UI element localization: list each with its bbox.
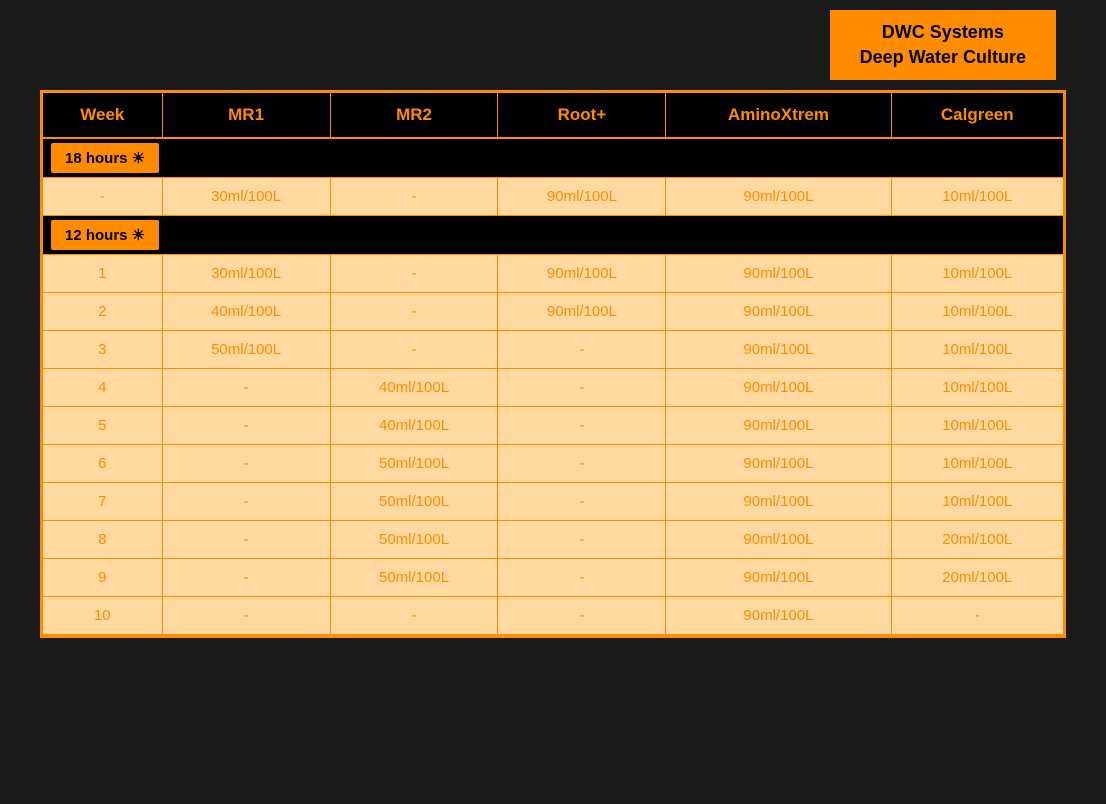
mr2-cell: - [330, 293, 498, 331]
mr2-cell: 50ml/100L [330, 483, 498, 521]
week-cell: - [43, 178, 162, 216]
mr1-cell: - [162, 559, 330, 597]
col-aminoxtrem: AminoXtrem [666, 93, 891, 138]
table-row: 3 50ml/100L - - 90ml/100L 10ml/100L [43, 331, 1063, 369]
rootplus-cell: - [498, 597, 666, 635]
calgreen-cell: 20ml/100L [891, 521, 1063, 559]
mr2-cell: - [330, 331, 498, 369]
table-row: - 30ml/100L - 90ml/100L 90ml/100L 10ml/1… [43, 178, 1063, 216]
week-cell: 7 [43, 483, 162, 521]
mr1-cell: 30ml/100L [162, 255, 330, 293]
mr2-cell: 50ml/100L [330, 559, 498, 597]
aminoxtrem-cell: 90ml/100L [666, 483, 891, 521]
week-cell: 8 [43, 521, 162, 559]
table-row: 2 40ml/100L - 90ml/100L 90ml/100L 10ml/1… [43, 293, 1063, 331]
mr1-cell: 50ml/100L [162, 331, 330, 369]
calgreen-cell: 10ml/100L [891, 178, 1063, 216]
calgreen-cell: 10ml/100L [891, 255, 1063, 293]
mr2-cell: 40ml/100L [330, 369, 498, 407]
week-cell: 10 [43, 597, 162, 635]
rootplus-cell: - [498, 521, 666, 559]
aminoxtrem-cell: 90ml/100L [666, 559, 891, 597]
section-18-label: 18 hours ☀ [51, 143, 159, 173]
table-row: 10 - - - 90ml/100L - [43, 597, 1063, 635]
table-row: 5 - 40ml/100L - 90ml/100L 10ml/100L [43, 407, 1063, 445]
section-18-header-row: 18 hours ☀ [43, 138, 1063, 178]
calgreen-cell: - [891, 597, 1063, 635]
rootplus-cell: - [498, 407, 666, 445]
col-mr1: MR1 [162, 93, 330, 138]
col-week: Week [43, 93, 162, 138]
week-cell: 3 [43, 331, 162, 369]
week-cell: 4 [43, 369, 162, 407]
rootplus-cell: 90ml/100L [498, 255, 666, 293]
aminoxtrem-cell: 90ml/100L [666, 178, 891, 216]
mr2-cell: - [330, 178, 498, 216]
mr1-cell: - [162, 521, 330, 559]
calgreen-cell: 20ml/100L [891, 559, 1063, 597]
col-rootplus: Root+ [498, 93, 666, 138]
rootplus-cell: - [498, 483, 666, 521]
rootplus-cell: - [498, 369, 666, 407]
header-box: DWC Systems Deep Water Culture [830, 10, 1056, 80]
table-row: 4 - 40ml/100L - 90ml/100L 10ml/100L [43, 369, 1063, 407]
mr1-cell: - [162, 597, 330, 635]
calgreen-cell: 10ml/100L [891, 331, 1063, 369]
col-mr2: MR2 [330, 93, 498, 138]
aminoxtrem-cell: 90ml/100L [666, 597, 891, 635]
header-line1: DWC Systems [860, 20, 1026, 45]
rootplus-cell: 90ml/100L [498, 178, 666, 216]
table-row: 9 - 50ml/100L - 90ml/100L 20ml/100L [43, 559, 1063, 597]
rootplus-cell: 90ml/100L [498, 293, 666, 331]
week-cell: 5 [43, 407, 162, 445]
rootplus-cell: - [498, 331, 666, 369]
week-cell: 6 [43, 445, 162, 483]
schedule-table: Week MR1 MR2 Root+ AminoXtrem Calgreen 1… [43, 93, 1063, 635]
table-row: 6 - 50ml/100L - 90ml/100L 10ml/100L [43, 445, 1063, 483]
aminoxtrem-cell: 90ml/100L [666, 407, 891, 445]
mr1-cell: - [162, 483, 330, 521]
table-row: 8 - 50ml/100L - 90ml/100L 20ml/100L [43, 521, 1063, 559]
mr1-cell: - [162, 445, 330, 483]
col-calgreen: Calgreen [891, 93, 1063, 138]
aminoxtrem-cell: 90ml/100L [666, 255, 891, 293]
calgreen-cell: 10ml/100L [891, 445, 1063, 483]
mr2-cell: 50ml/100L [330, 445, 498, 483]
calgreen-cell: 10ml/100L [891, 407, 1063, 445]
table-row: 7 - 50ml/100L - 90ml/100L 10ml/100L [43, 483, 1063, 521]
mr2-cell: - [330, 597, 498, 635]
header-line2: Deep Water Culture [860, 45, 1026, 70]
mr2-cell: 50ml/100L [330, 521, 498, 559]
mr1-cell: 30ml/100L [162, 178, 330, 216]
table-wrapper: Week MR1 MR2 Root+ AminoXtrem Calgreen 1… [40, 90, 1066, 638]
table-header-row: Week MR1 MR2 Root+ AminoXtrem Calgreen [43, 93, 1063, 138]
mr1-cell: 40ml/100L [162, 293, 330, 331]
calgreen-cell: 10ml/100L [891, 483, 1063, 521]
week-cell: 1 [43, 255, 162, 293]
calgreen-cell: 10ml/100L [891, 293, 1063, 331]
mr1-cell: - [162, 407, 330, 445]
table-row: 1 30ml/100L - 90ml/100L 90ml/100L 10ml/1… [43, 255, 1063, 293]
week-cell: 9 [43, 559, 162, 597]
aminoxtrem-cell: 90ml/100L [666, 521, 891, 559]
calgreen-cell: 10ml/100L [891, 369, 1063, 407]
aminoxtrem-cell: 90ml/100L [666, 369, 891, 407]
aminoxtrem-cell: 90ml/100L [666, 445, 891, 483]
section-12-header-row: 12 hours ☀ [43, 216, 1063, 255]
week-cell: 2 [43, 293, 162, 331]
mr1-cell: - [162, 369, 330, 407]
mr2-cell: - [330, 255, 498, 293]
rootplus-cell: - [498, 445, 666, 483]
aminoxtrem-cell: 90ml/100L [666, 331, 891, 369]
rootplus-cell: - [498, 559, 666, 597]
aminoxtrem-cell: 90ml/100L [666, 293, 891, 331]
section-12-label: 12 hours ☀ [51, 220, 159, 250]
mr2-cell: 40ml/100L [330, 407, 498, 445]
